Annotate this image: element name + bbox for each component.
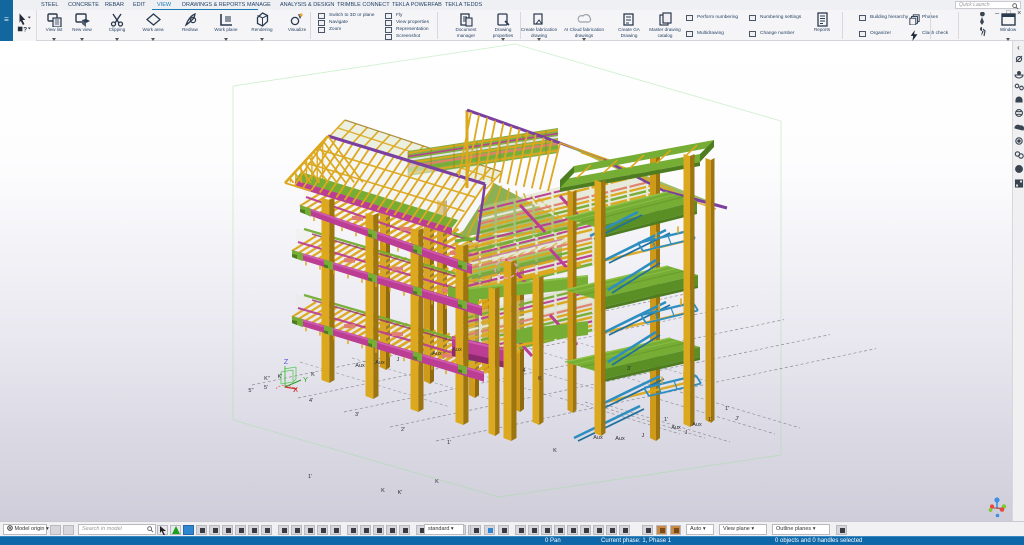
svg-text:Aux: Aux [615,436,625,442]
svg-text:K'': K'' [264,376,270,382]
svg-text:Aux: Aux [593,435,603,441]
svg-text:Aux: Aux [452,347,462,353]
svg-text:5'': 5'' [248,388,253,394]
svg-text:Aux: Aux [355,363,365,369]
svg-text:4: 4 [522,368,525,374]
svg-text:X: X [293,385,298,394]
svg-text:Y: Y [303,375,308,384]
svg-text:1': 1' [447,440,451,446]
svg-text:K: K [435,479,439,485]
svg-text:Aux: Aux [692,422,702,428]
svg-text:J: J [642,433,645,439]
svg-text:J: J [397,357,400,363]
svg-text:K: K [538,376,542,382]
svg-text:5': 5' [264,385,268,391]
svg-text:Aux: Aux [375,360,385,366]
svg-text:K: K [311,372,315,378]
svg-text:4': 4' [309,398,313,404]
svg-text:J: J [685,430,688,436]
svg-text:3': 3' [627,366,631,372]
svg-text:1': 1' [725,406,729,412]
svg-text:Z: Z [284,357,289,366]
svg-text:Aux: Aux [432,351,442,357]
svg-text:Aux: Aux [671,425,681,431]
svg-text:J': J' [735,416,739,422]
svg-text:1': 1' [708,417,712,423]
svg-text:1': 1' [308,474,312,480]
svg-text:K': K' [278,374,283,380]
svg-text:K: K [553,448,557,454]
svg-text:K': K' [398,490,403,496]
svg-text:K: K [381,488,385,494]
svg-text:2': 2' [401,427,405,433]
svg-text:1': 1' [664,417,668,423]
svg-text:3': 3' [355,412,359,418]
